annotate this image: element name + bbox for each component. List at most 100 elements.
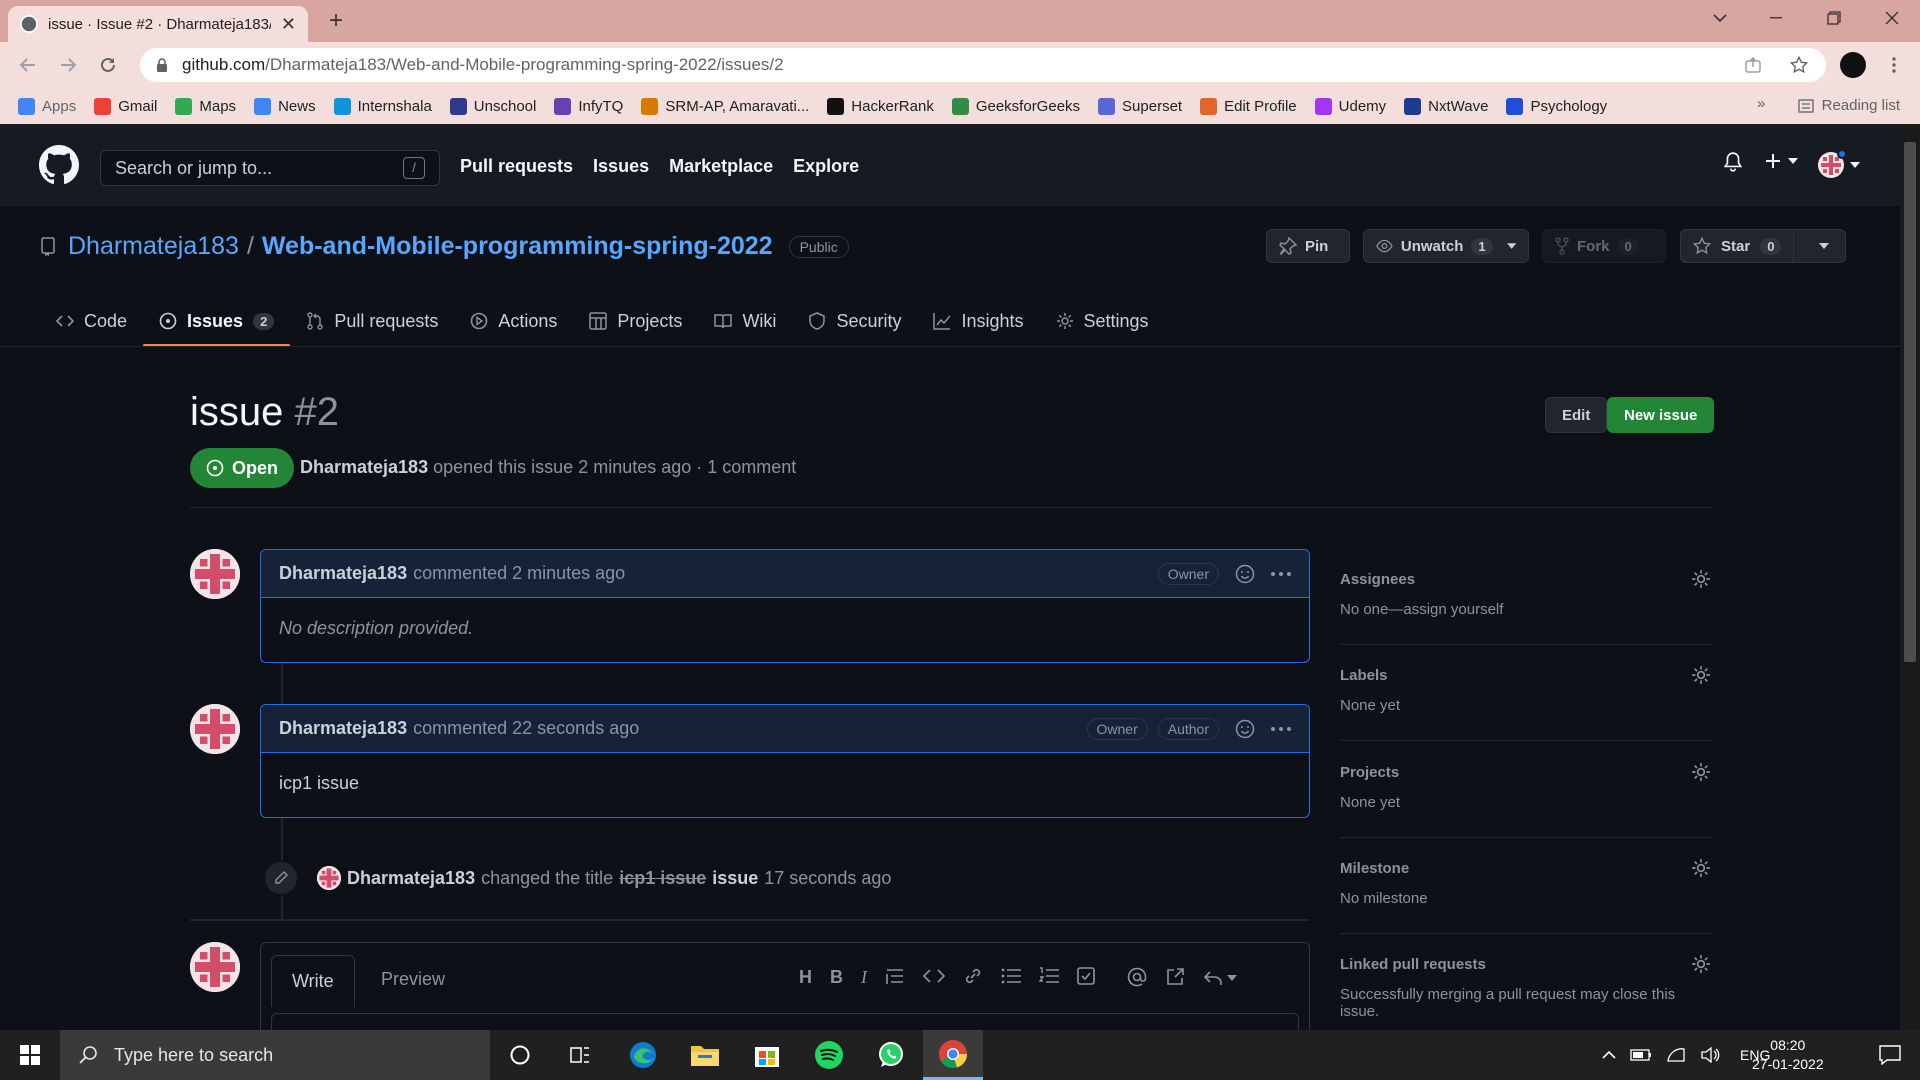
gear-icon[interactable] — [1691, 665, 1711, 685]
taskbar-search-input[interactable]: Type here to search — [60, 1030, 490, 1080]
event-author-avatar[interactable] — [317, 866, 341, 890]
gear-icon[interactable] — [1691, 762, 1711, 782]
sidebar-value[interactable]: No one—assign yourself — [1340, 601, 1711, 618]
mention-icon[interactable] — [1127, 967, 1147, 988]
github-logo-icon[interactable] — [39, 145, 79, 185]
browser-tab[interactable]: issue · Issue #2 · Dharmateja183/ ✕ — [8, 6, 308, 42]
bookmark-item[interactable]: Unschool — [449, 97, 536, 115]
bookmark-item[interactable]: HackerRank — [827, 97, 934, 115]
reload-icon[interactable] — [94, 51, 122, 79]
notification-center-icon[interactable] — [1860, 1030, 1920, 1080]
quote-icon[interactable] — [885, 967, 905, 988]
bold-icon[interactable]: B — [830, 967, 843, 988]
nav-explore[interactable]: Explore — [793, 156, 859, 177]
scrollbar-thumb[interactable] — [1904, 142, 1916, 662]
spotify-icon[interactable] — [799, 1030, 859, 1080]
bookmark-item[interactable]: Gmail — [94, 97, 157, 115]
notifications-bell-icon[interactable] — [1724, 152, 1742, 172]
gear-icon[interactable] — [1691, 954, 1711, 974]
github-search-input[interactable]: Search or jump to... / — [100, 150, 440, 186]
nav-issues[interactable]: Issues — [593, 156, 649, 177]
repo-name-link[interactable]: Web-and-Mobile-programming-spring-2022 — [262, 232, 773, 261]
comment-author-link[interactable]: Dharmateja183 — [279, 718, 407, 739]
comment-timestamp[interactable]: commented 22 seconds ago — [413, 718, 639, 739]
bookmark-item[interactable]: Internshala — [333, 97, 432, 115]
bookmark-item[interactable]: Edit Profile — [1200, 97, 1297, 115]
bookmark-star-icon[interactable] — [1790, 56, 1808, 74]
sidebar-heading[interactable]: Labels — [1340, 667, 1388, 684]
gear-icon[interactable] — [1691, 569, 1711, 589]
edit-title-button[interactable]: Edit — [1545, 397, 1608, 433]
address-bar[interactable]: github.com/Dharmateja183/Web-and-Mobile-… — [140, 48, 1826, 82]
bookmark-item[interactable]: NxtWave — [1404, 97, 1488, 115]
bookmark-item[interactable]: SRM-AP, Amaravati... — [641, 97, 809, 115]
chrome-icon[interactable] — [923, 1030, 983, 1080]
unordered-list-icon[interactable] — [1001, 967, 1021, 988]
tab-security[interactable]: Security — [792, 296, 917, 346]
bookmark-item[interactable]: GeeksforGeeks — [951, 97, 1080, 115]
comment-author-avatar[interactable] — [190, 549, 240, 599]
show-hidden-icons-icon[interactable] — [1602, 1051, 1616, 1059]
battery-icon[interactable] — [1630, 1049, 1652, 1061]
profile-avatar[interactable] — [1840, 52, 1866, 78]
add-reaction-icon[interactable] — [1235, 564, 1255, 584]
tab-code[interactable]: Code — [40, 296, 143, 346]
create-new-dropdown[interactable] — [1764, 152, 1798, 170]
preview-tab[interactable]: Preview — [361, 955, 465, 1003]
unwatch-button[interactable]: Unwatch 1 — [1363, 229, 1529, 263]
volume-icon[interactable] — [1700, 1047, 1720, 1063]
star-button[interactable]: Star 0 — [1681, 230, 1795, 262]
add-reaction-icon[interactable] — [1235, 719, 1255, 739]
kebab-menu-icon[interactable] — [1271, 571, 1291, 576]
bookmark-item[interactable]: Superset — [1098, 97, 1182, 115]
browser-menu-icon[interactable] — [1880, 51, 1908, 79]
write-tab[interactable]: Write — [271, 955, 355, 1007]
user-menu-dropdown[interactable] — [1818, 149, 1860, 178]
task-view-icon[interactable] — [550, 1030, 610, 1080]
comment-author-avatar[interactable] — [190, 704, 240, 754]
share-icon[interactable] — [1744, 56, 1762, 74]
taskbar-clock[interactable]: 08:20 27-01-2022 — [1752, 1036, 1824, 1074]
pin-button[interactable]: Pin — [1266, 229, 1350, 263]
bookmark-item[interactable]: Maps — [175, 97, 236, 115]
windows-start-icon[interactable] — [0, 1030, 60, 1080]
kebab-menu-icon[interactable] — [1271, 726, 1291, 731]
fork-button[interactable]: Fork 0 — [1542, 229, 1666, 263]
ordered-list-icon[interactable] — [1039, 967, 1059, 988]
gear-icon[interactable] — [1691, 858, 1711, 878]
bookmark-item[interactable]: Apps — [18, 97, 76, 115]
bookmark-item[interactable]: InfyTQ — [554, 97, 623, 115]
whatsapp-icon[interactable] — [861, 1030, 921, 1080]
comment-author-link[interactable]: Dharmateja183 — [279, 563, 407, 584]
restore-button[interactable] — [1806, 0, 1862, 36]
bookmark-item[interactable]: Psychology — [1506, 97, 1607, 115]
tab-issues[interactable]: Issues 2 — [143, 296, 291, 347]
sidebar-heading[interactable]: Assignees — [1340, 571, 1415, 588]
code-icon[interactable] — [923, 967, 945, 988]
repo-owner-link[interactable]: Dharmateja183 — [68, 232, 239, 261]
saved-replies-icon[interactable] — [1203, 967, 1237, 988]
event-timestamp[interactable]: 17 seconds ago — [764, 868, 891, 889]
link-icon[interactable] — [963, 967, 983, 988]
file-explorer-icon[interactable] — [675, 1030, 735, 1080]
wifi-icon[interactable] — [1666, 1047, 1686, 1063]
cortana-icon[interactable] — [490, 1030, 550, 1080]
back-icon[interactable] — [14, 51, 42, 79]
tab-wiki[interactable]: Wiki — [698, 296, 792, 346]
sidebar-heading[interactable]: Milestone — [1340, 860, 1409, 877]
tab-settings[interactable]: Settings — [1040, 296, 1165, 346]
microsoft-store-icon[interactable] — [737, 1030, 797, 1080]
tab-actions[interactable]: Actions — [454, 296, 573, 346]
tab-search-icon[interactable] — [1692, 0, 1748, 36]
page-scrollbar[interactable] — [1900, 124, 1920, 1030]
issue-author-link[interactable]: Dharmateja183 — [300, 457, 428, 477]
nav-pull-requests[interactable]: Pull requests — [460, 156, 573, 177]
heading-icon[interactable]: H — [799, 967, 812, 988]
italic-icon[interactable]: I — [861, 967, 867, 988]
bookmark-item[interactable]: News — [254, 97, 316, 115]
tab-insights[interactable]: Insights — [917, 296, 1039, 346]
reading-list-button[interactable]: Reading list — [1797, 97, 1900, 114]
close-tab-icon[interactable]: ✕ — [281, 14, 296, 35]
comment-timestamp[interactable]: commented 2 minutes ago — [413, 563, 625, 584]
nav-marketplace[interactable]: Marketplace — [669, 156, 773, 177]
